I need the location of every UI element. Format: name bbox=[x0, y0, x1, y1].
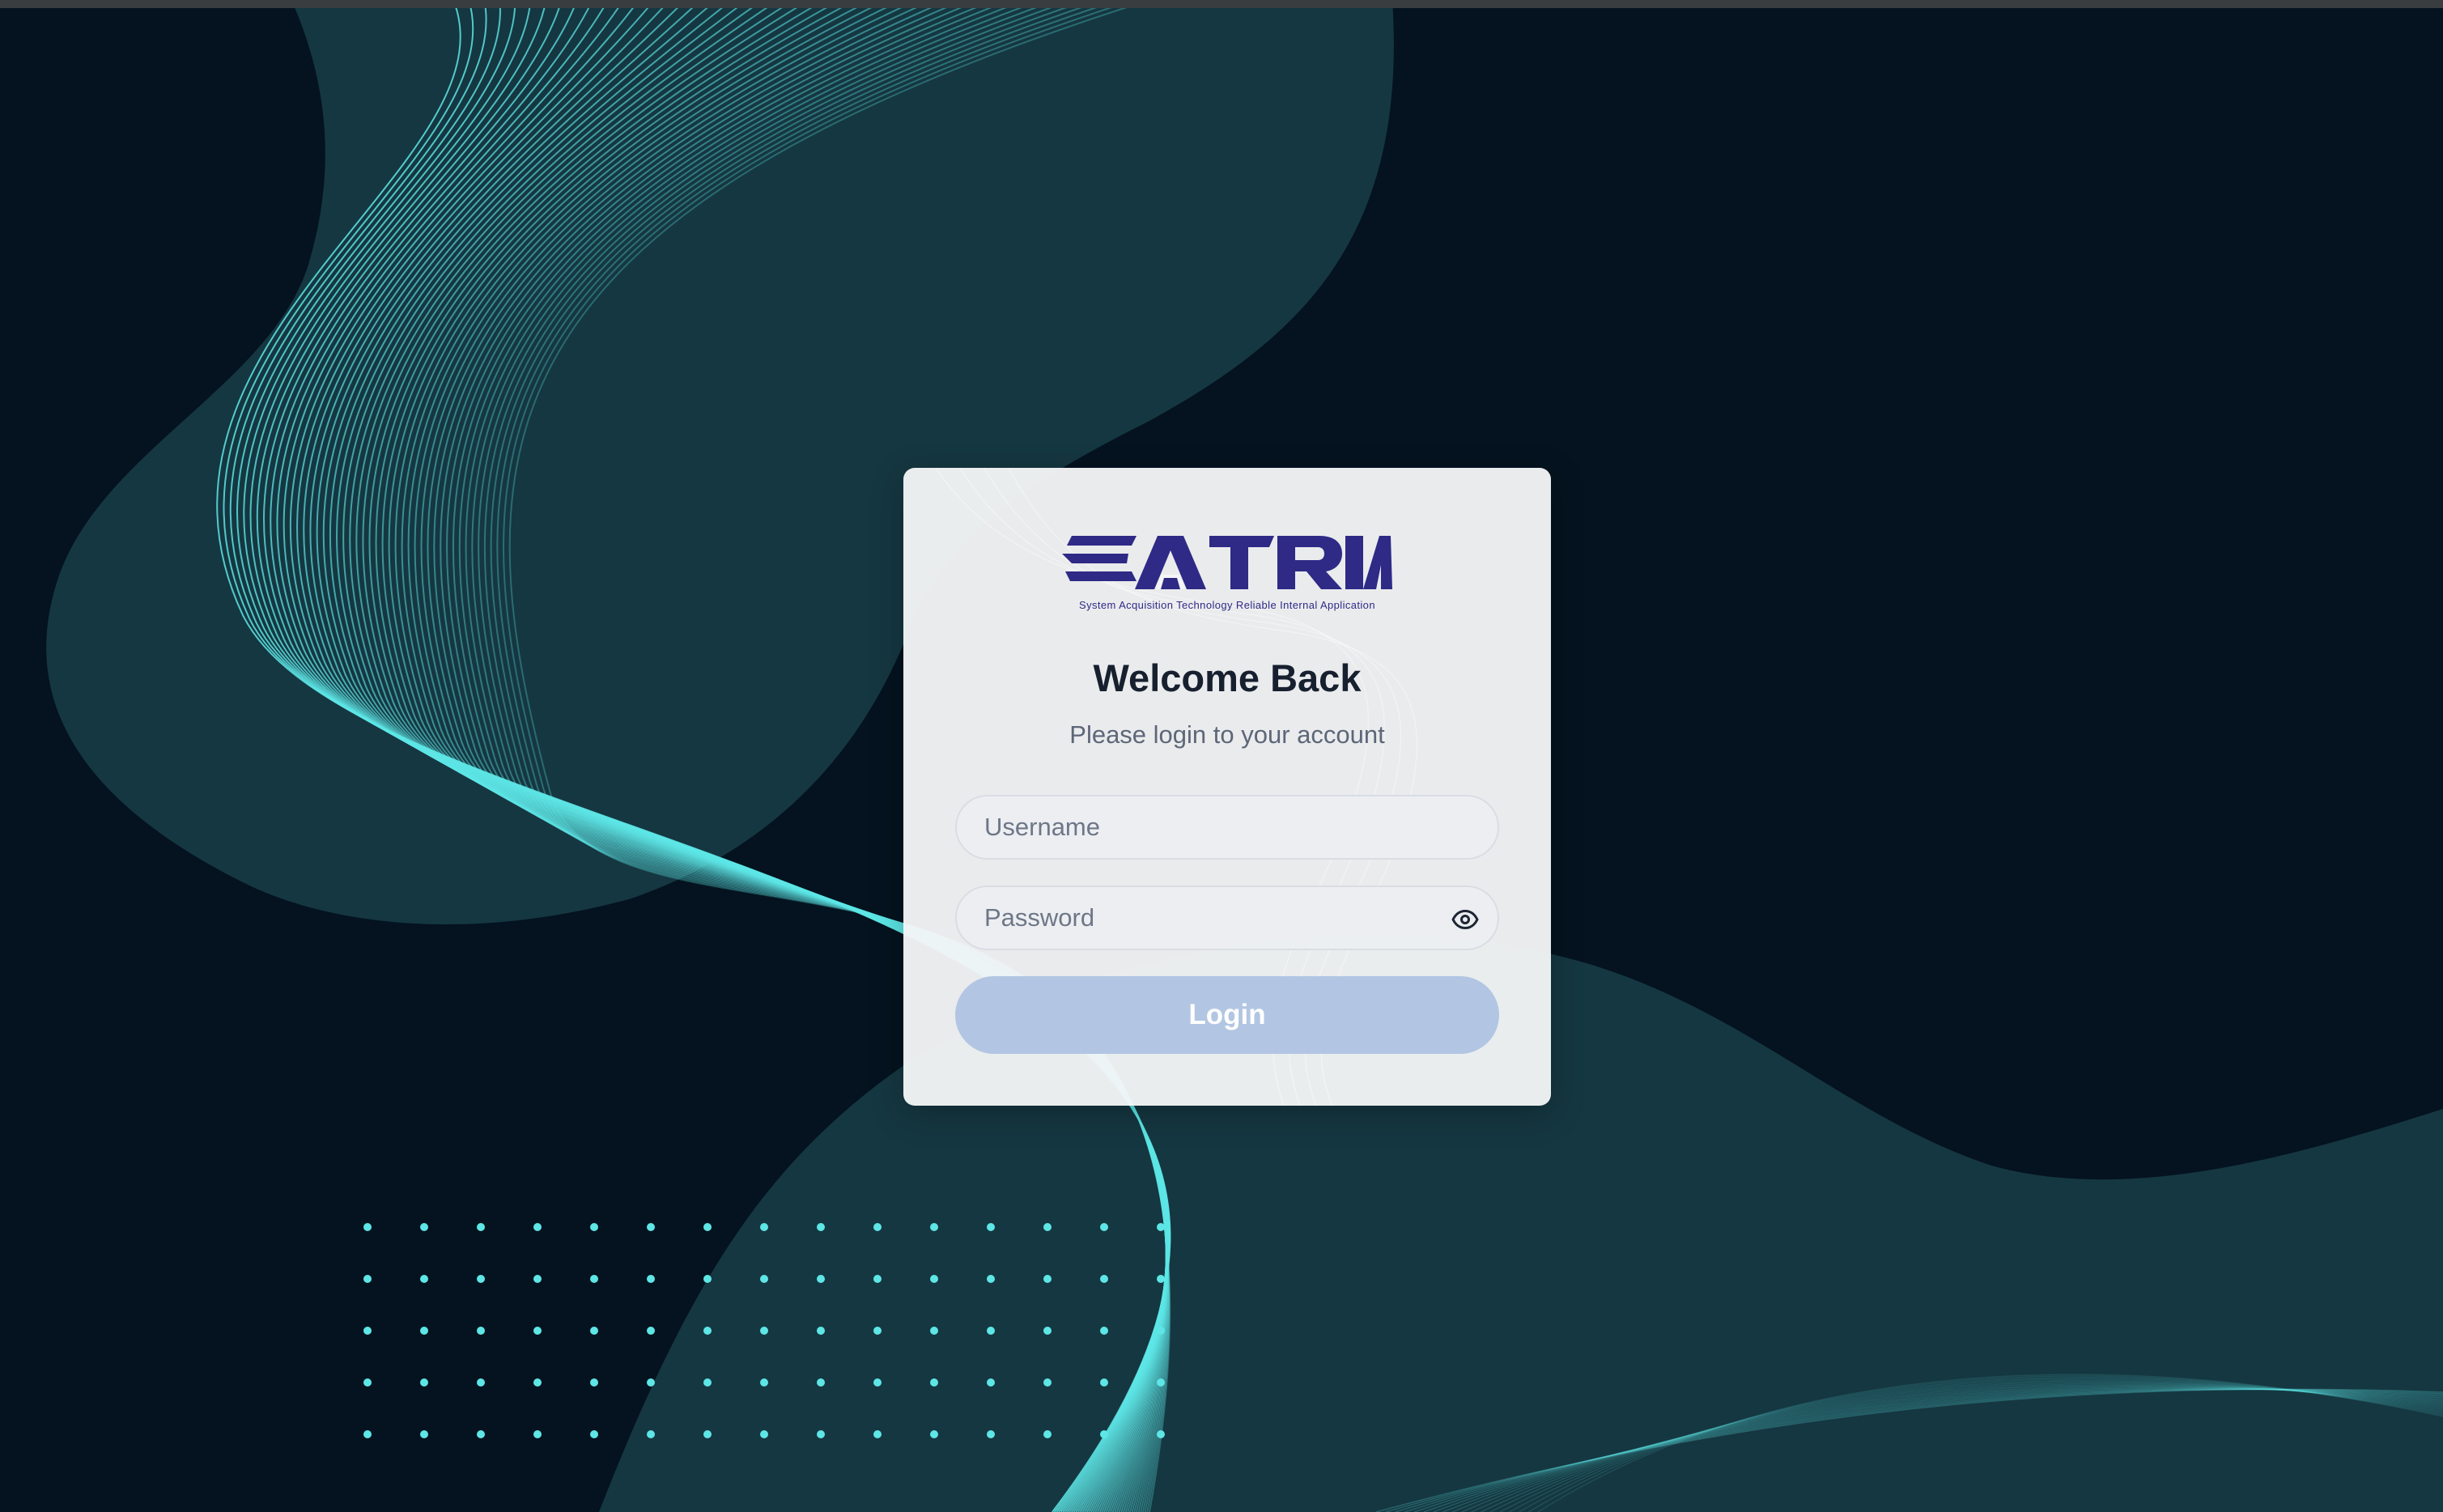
decor-dot bbox=[363, 1275, 372, 1283]
decor-dot bbox=[760, 1378, 768, 1387]
decor-dot bbox=[477, 1430, 485, 1438]
decor-dot bbox=[987, 1327, 995, 1335]
decor-dot bbox=[930, 1275, 938, 1283]
decor-dot bbox=[363, 1327, 372, 1335]
decor-dot bbox=[817, 1223, 825, 1231]
decor-dot bbox=[703, 1327, 712, 1335]
decor-dot bbox=[420, 1430, 428, 1438]
login-button[interactable]: Login bbox=[955, 976, 1499, 1054]
logo-tagline: System Acquisition Technology Reliable I… bbox=[1079, 599, 1375, 611]
decor-dot bbox=[930, 1430, 938, 1438]
satria-logo-mark bbox=[1062, 536, 1392, 589]
decor-dot bbox=[590, 1327, 598, 1335]
decor-dot bbox=[760, 1275, 768, 1283]
decor-dot bbox=[760, 1430, 768, 1438]
decor-dot bbox=[930, 1223, 938, 1231]
decor-dot bbox=[817, 1430, 825, 1438]
decor-dot bbox=[873, 1430, 882, 1438]
decor-dot bbox=[703, 1430, 712, 1438]
decor-dot bbox=[1100, 1378, 1108, 1387]
decor-dot bbox=[363, 1223, 372, 1231]
decor-dot bbox=[1043, 1327, 1052, 1335]
decor-dot bbox=[363, 1430, 372, 1438]
decor-dot bbox=[1157, 1327, 1165, 1335]
window-top-strip bbox=[0, 0, 2443, 8]
decor-dot bbox=[1157, 1275, 1165, 1283]
decor-dot bbox=[873, 1275, 882, 1283]
decor-dot bbox=[533, 1223, 542, 1231]
welcome-title: Welcome Back bbox=[1093, 656, 1362, 699]
decor-dot bbox=[1043, 1223, 1052, 1231]
decor-dot bbox=[1157, 1430, 1165, 1438]
eye-icon[interactable] bbox=[1451, 905, 1480, 934]
decor-dot bbox=[590, 1275, 598, 1283]
decor-dot bbox=[533, 1430, 542, 1438]
decor-dot bbox=[987, 1223, 995, 1231]
decor-dot bbox=[817, 1275, 825, 1283]
decor-dot bbox=[1157, 1378, 1165, 1387]
login-page: System Acquisition Technology Reliable I… bbox=[0, 0, 2443, 1512]
satria-logo: System Acquisition Technology Reliable I… bbox=[1062, 533, 1392, 614]
decor-dot bbox=[533, 1327, 542, 1335]
decor-dot bbox=[817, 1327, 825, 1335]
decor-dot bbox=[930, 1378, 938, 1387]
decor-dot bbox=[590, 1223, 598, 1231]
password-field-wrapper bbox=[955, 886, 1499, 950]
decor-dot bbox=[1043, 1275, 1052, 1283]
decor-dot bbox=[1100, 1223, 1108, 1231]
decor-dot bbox=[477, 1223, 485, 1231]
login-card: System Acquisition Technology Reliable I… bbox=[903, 468, 1551, 1106]
decor-dot bbox=[590, 1378, 598, 1387]
decor-dot bbox=[647, 1378, 655, 1387]
decor-dot bbox=[647, 1327, 655, 1335]
decor-dot bbox=[1100, 1275, 1108, 1283]
decor-dot bbox=[873, 1327, 882, 1335]
decor-dot bbox=[703, 1223, 712, 1231]
decor-dot bbox=[590, 1430, 598, 1438]
decor-dot bbox=[647, 1275, 655, 1283]
decor-dot bbox=[873, 1378, 882, 1387]
decor-dot bbox=[420, 1275, 428, 1283]
decor-dot bbox=[1100, 1327, 1108, 1335]
decor-dot bbox=[703, 1275, 712, 1283]
decor-dot bbox=[703, 1378, 712, 1387]
username-input[interactable] bbox=[957, 796, 1498, 858]
decor-dot bbox=[533, 1378, 542, 1387]
decor-dot bbox=[420, 1223, 428, 1231]
decor-dot bbox=[533, 1275, 542, 1283]
username-field-wrapper bbox=[955, 795, 1499, 860]
decor-dot bbox=[760, 1327, 768, 1335]
decor-dot bbox=[477, 1327, 485, 1335]
decor-dot bbox=[647, 1223, 655, 1231]
decor-dot bbox=[420, 1378, 428, 1387]
decor-dot bbox=[987, 1430, 995, 1438]
decor-dot bbox=[1100, 1430, 1108, 1438]
decor-dot bbox=[1157, 1223, 1165, 1231]
decor-dot bbox=[930, 1327, 938, 1335]
decor-dot bbox=[477, 1275, 485, 1283]
decor-dot bbox=[817, 1378, 825, 1387]
decor-dot bbox=[873, 1223, 882, 1231]
decor-dot bbox=[1043, 1378, 1052, 1387]
password-input[interactable] bbox=[957, 887, 1498, 949]
welcome-subtitle: Please login to your account bbox=[1069, 720, 1385, 749]
decor-dot bbox=[1043, 1430, 1052, 1438]
decor-dot bbox=[420, 1327, 428, 1335]
decor-dot bbox=[363, 1378, 372, 1387]
decor-dot bbox=[987, 1275, 995, 1283]
decor-dot bbox=[477, 1378, 485, 1387]
decor-dot bbox=[760, 1223, 768, 1231]
decor-dot bbox=[987, 1378, 995, 1387]
decor-dot bbox=[647, 1430, 655, 1438]
